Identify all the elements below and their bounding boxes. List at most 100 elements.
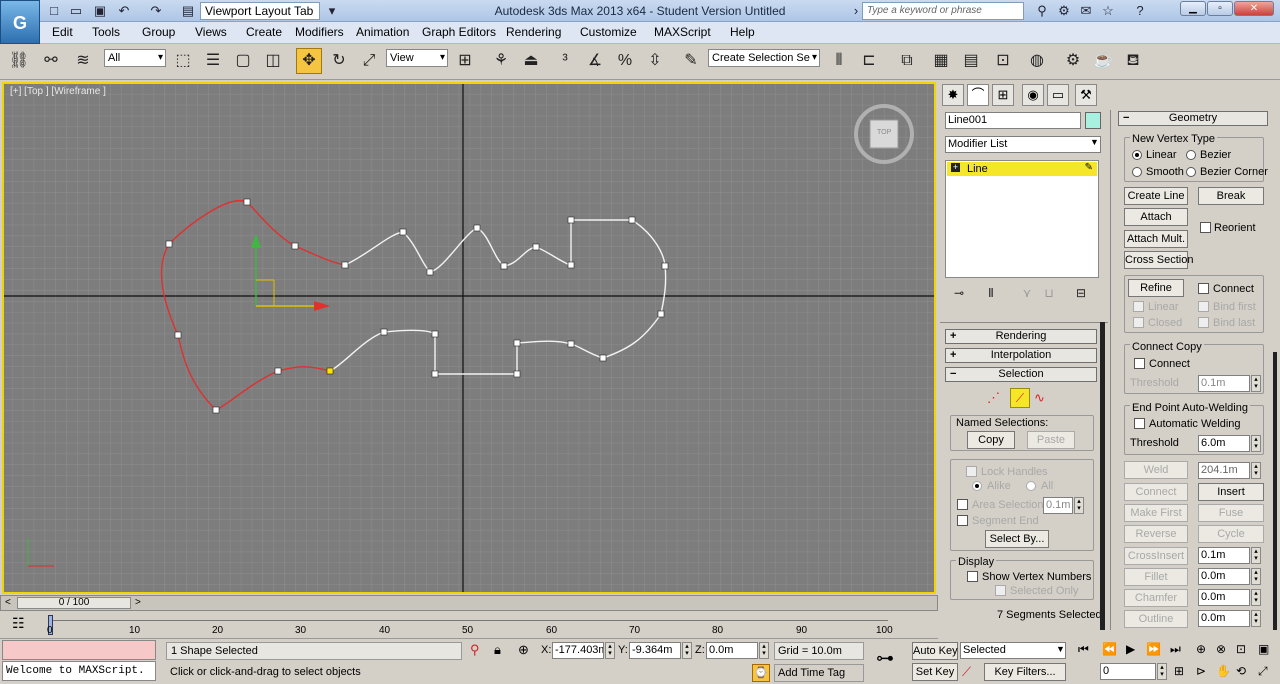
connect-copy-checkbox[interactable] [1134, 358, 1145, 369]
bind-last-checkbox[interactable] [1198, 317, 1209, 328]
time-prev-icon[interactable]: < [5, 597, 11, 608]
configure-modifier-sets-icon[interactable]: ⊟ [1070, 282, 1092, 304]
object-color-swatch[interactable] [1085, 112, 1101, 129]
rollout-selection[interactable]: − Selection [945, 367, 1097, 382]
insert-button[interactable]: Insert [1198, 483, 1264, 501]
current-frame-input[interactable]: 0 [1100, 663, 1156, 680]
subscription-icon[interactable]: ⚙ [1056, 3, 1072, 19]
copy-button[interactable]: Copy [967, 431, 1015, 449]
attach-mult-button[interactable]: Attach Mult. [1124, 230, 1188, 248]
paste-button[interactable]: Paste [1027, 431, 1075, 449]
menu-modifiers[interactable]: Modifiers [295, 25, 344, 39]
connect-copy-threshold-input[interactable]: 0.1m [1198, 375, 1250, 392]
time-slider[interactable]: < 0 / 100 > [0, 595, 938, 611]
layer-manager-icon[interactable]: ⧉ [894, 48, 920, 74]
zoom-all-icon[interactable]: ⊗ [1216, 642, 1226, 656]
break-button[interactable]: Break [1198, 187, 1264, 205]
key-filters-button[interactable]: Key Filters... [984, 663, 1066, 681]
refine-button[interactable]: Refine [1128, 279, 1184, 297]
zoom-extents-all-icon[interactable]: ▣ [1258, 642, 1269, 656]
crossinsert-input[interactable]: 0.1m [1198, 547, 1250, 564]
zoom-extents-icon[interactable]: ⊡ [1236, 642, 1246, 656]
make-first-button[interactable]: Make First [1124, 504, 1188, 522]
select-by-button[interactable]: Select By... [985, 530, 1049, 548]
close-button[interactable]: ✕ [1234, 1, 1274, 16]
align-icon[interactable]: ⊏ [856, 48, 882, 74]
refine-linear-checkbox[interactable] [1133, 301, 1144, 312]
unlink-icon[interactable]: ⚯ [38, 48, 64, 74]
cross-section-button[interactable]: Cross Section [1124, 251, 1193, 269]
auto-key-button[interactable]: Auto Key [912, 642, 958, 660]
menu-customize[interactable]: Customize [580, 25, 637, 39]
object-name-field[interactable]: Line001 [945, 112, 1081, 129]
weld-button[interactable]: Weld [1124, 461, 1188, 479]
manipulate-icon[interactable]: ⚘ [488, 48, 514, 74]
utilities-tab-icon[interactable]: ⚒ [1075, 84, 1097, 106]
menu-animation[interactable]: Animation [356, 25, 409, 39]
edit-mode-icon[interactable]: ✎ [1085, 162, 1093, 173]
rollout-rendering[interactable]: + Rendering [945, 329, 1097, 344]
create-tab-icon[interactable]: ✸ [942, 84, 964, 106]
menu-views[interactable]: Views [195, 25, 227, 39]
menu-help[interactable]: Help [730, 25, 755, 39]
automatic-welding-checkbox[interactable] [1134, 418, 1145, 429]
percent-snap-icon[interactable]: % [612, 48, 638, 74]
weld-threshold-spinner[interactable]: ▴ ▾ [1251, 462, 1261, 479]
welding-threshold-spinner[interactable]: ▴ ▾ [1251, 435, 1261, 452]
outline-spinner[interactable]: ▴ ▾ [1251, 610, 1261, 627]
time-configuration-icon[interactable]: ⊞ [1174, 664, 1184, 678]
render-production-icon[interactable]: ⛾ [1120, 48, 1146, 74]
mini-curve-editor-icon[interactable]: ☷ [12, 615, 25, 632]
menu-group[interactable]: Group [142, 25, 175, 39]
connect-checkbox[interactable] [1198, 283, 1209, 294]
schematic-view-icon[interactable]: ⊡ [990, 48, 1016, 74]
menu-tools[interactable]: Tools [92, 25, 120, 39]
outline-button[interactable]: Outline [1124, 610, 1188, 628]
graphite-ribbon-icon[interactable]: ▦ [928, 48, 954, 74]
minimize-button[interactable]: ▁ [1180, 1, 1206, 16]
spinner-snap-icon[interactable]: ⇳ [642, 48, 668, 74]
viewport-label[interactable]: [+] [Top ] [Wireframe ] [10, 86, 106, 97]
select-link-icon[interactable]: ⛓ [6, 48, 32, 74]
select-rotate-icon[interactable]: ↻ [326, 48, 352, 74]
save-icon[interactable]: ▣ [92, 3, 108, 19]
track-bar[interactable]: ☷ 0 10 20 30 40 50 60 70 80 90 100 [0, 611, 938, 639]
menu-rendering[interactable]: Rendering [506, 25, 561, 39]
fillet-spinner[interactable]: ▴ ▾ [1251, 568, 1261, 585]
keyboard-shortcut-icon[interactable]: ⏏ [518, 48, 544, 74]
crossinsert-spinner[interactable]: ▴ ▾ [1251, 547, 1261, 564]
previous-frame-icon[interactable]: ⏪ [1102, 642, 1117, 656]
chamfer-input[interactable]: 0.0m [1198, 589, 1250, 606]
segment-end-checkbox[interactable] [957, 515, 968, 526]
menu-edit[interactable]: Edit [52, 25, 73, 39]
welding-threshold-input[interactable]: 6.0m [1198, 435, 1250, 452]
zoom-icon[interactable]: ⊕ [1196, 642, 1206, 656]
fuse-button[interactable]: Fuse [1198, 504, 1264, 522]
motion-tab-icon[interactable]: ◉ [1022, 84, 1044, 106]
x-spinner[interactable]: ▴ ▾ [605, 642, 615, 659]
menu-create[interactable]: Create [246, 25, 282, 39]
field-of-view-icon[interactable]: ⊳ [1196, 664, 1206, 678]
named-selection-set-dropdown[interactable]: Create Selection Se [708, 49, 820, 67]
redo-icon[interactable]: ↷ [148, 3, 164, 19]
show-end-result-icon[interactable]: Ⅱ [980, 282, 1002, 304]
y-spinner[interactable]: ▴ ▾ [682, 642, 692, 659]
curve-editor-icon[interactable]: ▤ [958, 48, 984, 74]
panel-scrollbar[interactable] [1100, 322, 1105, 630]
window-crossing-icon[interactable]: ◫ [260, 48, 286, 74]
time-next-icon[interactable]: > [135, 597, 141, 608]
set-key-button[interactable]: Set Key [912, 663, 958, 681]
fillet-input[interactable]: 0.0m [1198, 568, 1250, 585]
weld-threshold-input[interactable]: 204.1m [1198, 462, 1250, 479]
orbit-icon[interactable]: ⟲ [1236, 664, 1246, 678]
fillet-button[interactable]: Fillet [1124, 568, 1188, 586]
alike-radio[interactable] [972, 481, 982, 491]
current-frame-spinner[interactable]: ▴ ▾ [1157, 663, 1167, 680]
binoculars-icon[interactable]: ⚲ [1034, 3, 1050, 19]
absolute-offset-icon[interactable]: ⊕ [518, 642, 529, 658]
select-move-icon[interactable]: ✥ [296, 48, 322, 74]
all-radio[interactable] [1026, 481, 1036, 491]
pin-stack-icon[interactable]: ⊸ [948, 282, 970, 304]
pivot-center-icon[interactable]: ⊞ [452, 48, 478, 74]
next-frame-icon[interactable]: ⏩ [1146, 642, 1161, 656]
